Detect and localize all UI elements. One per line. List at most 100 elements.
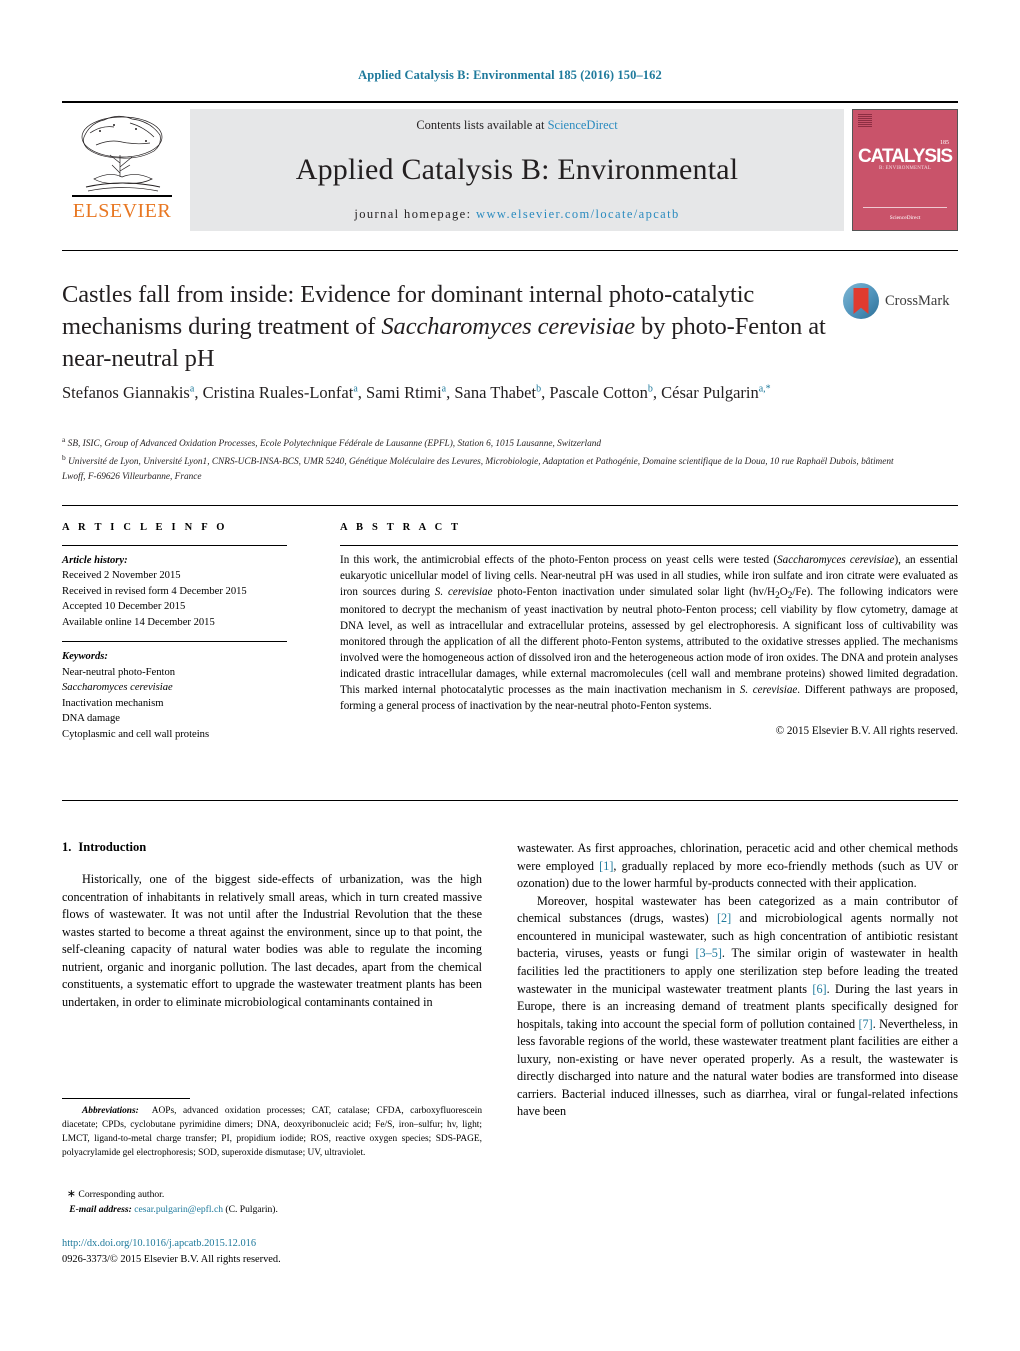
info-rule [62, 545, 287, 546]
crossmark-label: CrossMark [885, 292, 950, 309]
abstract-seg: In this work, the antimicrobial effects … [340, 554, 778, 566]
author-name: César Pulgarin [661, 383, 759, 402]
page-footer: http://dx.doi.org/10.1016/j.apcatb.2015.… [62, 1236, 522, 1267]
cover-footer: ScienceDirect [889, 214, 921, 221]
title-species-1: Saccharomyces cerevisiae [381, 312, 636, 340]
paragraph: Historically, one of the biggest side-ef… [62, 872, 482, 1009]
paragraph-seg: . Nevertheless, in less favorable region… [517, 1016, 958, 1119]
abstract-species: S. cerevisiae [739, 683, 798, 696]
keywords-label: Keywords: [62, 651, 108, 663]
author-list: Stefanos Giannakisa, Cristina Ruales-Lon… [62, 381, 892, 405]
affiliation-list: a SB, ISIC, Group of Advanced Oxidation … [62, 434, 912, 485]
abstract-seg: photo-Fenton inactivation under simulate… [492, 585, 776, 598]
homepage-prefix: journal homepage: [354, 207, 477, 221]
affiliation-marker: b [62, 453, 66, 463]
info-section-rule [62, 505, 958, 506]
author-name: Sana Thabet [454, 383, 537, 402]
elsevier-wordmark: ELSEVIER [72, 200, 172, 222]
elsevier-rule [72, 195, 172, 197]
crossmark-badge[interactable]: CrossMark [843, 283, 958, 319]
corresponding-text: Corresponding author. [78, 1189, 165, 1200]
abstract-text: In this work, the antimicrobial effects … [340, 553, 958, 715]
body-left-column: 1. Introduction Historically, one of the … [62, 840, 482, 1012]
masthead-top-rule [62, 101, 958, 103]
history-item: Accepted 10 December 2015 [62, 601, 186, 613]
citation-link[interactable]: [2] [717, 911, 731, 925]
copyright-line: © 2015 Elsevier B.V. All rights reserved… [775, 724, 958, 737]
journal-homepage-link[interactable]: www.elsevier.com/locate/apcatb [476, 207, 680, 221]
history-item: Received 2 November 2015 [62, 570, 181, 582]
author[interactable]: Sami Rtimia [366, 383, 446, 402]
abstract-seg: /Fe). The following indicators were moni… [340, 585, 958, 696]
abstract-seg: O [779, 585, 788, 598]
article-info-heading: A R T I C L E I N F O [62, 522, 228, 533]
author-affil-marker: a,* [758, 383, 771, 395]
history-item: Received in revised form 4 December 2015 [62, 585, 247, 597]
section-title: Introduction [78, 840, 147, 854]
paragraph: wastewater. As first approaches, chlorin… [517, 840, 958, 893]
journal-homepage-line: journal homepage: www.elsevier.com/locat… [354, 207, 679, 222]
corresponding-line: ∗ Corresponding author. [62, 1186, 482, 1203]
affiliation-item: b Université de Lyon, Université Lyon1, … [62, 452, 912, 485]
citation-link[interactable]: [7] [858, 1017, 872, 1031]
keyword-item: DNA damage [62, 713, 120, 725]
author-name: Sami Rtimi [366, 383, 442, 402]
elsevier-logo: ELSEVIER [62, 109, 182, 231]
abstract-species: S. cerevisiae [434, 585, 493, 598]
citation-link[interactable]: [3–5] [696, 946, 722, 960]
email-line: E-mail address: cesar.pulgarin@epfl.ch (… [62, 1203, 482, 1218]
author-name: Cristina Ruales-Lonfat [202, 383, 354, 402]
page-title: Castles fall from inside: Evidence for d… [62, 279, 832, 375]
history-item: Available online 14 December 2015 [62, 616, 215, 628]
cover-title: CATALYSIS [857, 146, 953, 167]
affiliation-item: a SB, ISIC, Group of Advanced Oxidation … [62, 434, 912, 452]
citation-link[interactable]: [6] [812, 982, 826, 996]
abstract-heading: A B S T R A C T [340, 522, 462, 533]
title-top-rule [62, 250, 958, 251]
author[interactable]: Stefanos Giannakisa [62, 383, 194, 402]
section-heading-introduction: 1. Introduction [62, 840, 482, 855]
body-right-column: wastewater. As first approaches, chlorin… [517, 840, 958, 1121]
doi-link[interactable]: http://dx.doi.org/10.1016/j.apcatb.2015.… [62, 1236, 522, 1252]
cover-divider [863, 207, 947, 208]
abbreviations-label: Abbreviations: [82, 1106, 139, 1116]
cover-subtitle: B: ENVIRONMENTAL [878, 166, 932, 171]
author[interactable]: Sana Thabetb [454, 383, 541, 402]
journal-title: Applied Catalysis B: Environmental [295, 153, 739, 186]
abbreviations-footnote: Abbreviations: AOPs, advanced oxidation … [62, 1104, 482, 1160]
paper-page: Applied Catalysis B: Environmental 185 (… [0, 0, 1020, 1351]
author-sep: , [194, 383, 203, 402]
keyword-item: Cytoplasmic and cell wall proteins [62, 728, 210, 740]
author-sep: , [357, 383, 367, 402]
contents-prefix: Contents lists available at [416, 118, 548, 132]
body-section-rule [62, 800, 958, 801]
journal-cover-thumbnail: 185 CATALYSIS B: ENVIRONMENTAL ScienceDi… [852, 109, 958, 231]
author-sep: , [652, 383, 657, 402]
contents-line: Contents lists available at ScienceDirec… [416, 118, 617, 133]
affiliation-text: Université de Lyon, Université Lyon1, CN… [62, 457, 894, 483]
keyword-item: Near-neutral photo-Fenton [62, 666, 176, 678]
corresponding-author-note: ∗ Corresponding author. E-mail address: … [62, 1186, 482, 1218]
paragraph: Moreover, hospital wastewater has been c… [517, 893, 958, 1121]
keywords-rule [62, 641, 287, 643]
elsevier-tree-icon [81, 115, 163, 192]
cover-barcode-mark [858, 114, 872, 128]
section-number: 1. [62, 840, 72, 854]
author[interactable]: Pascale Cottonb [549, 383, 653, 402]
crossmark-icon [843, 283, 879, 319]
affiliation-marker: a [62, 435, 66, 444]
affiliation-text: SB, ISIC, Group of Advanced Oxidation Pr… [67, 439, 602, 450]
article-title-block: Castles fall from inside: Evidence for d… [62, 279, 832, 375]
issn-copyright: 0926-3373/© 2015 Elsevier B.V. All right… [62, 1253, 281, 1265]
sciencedirect-link[interactable]: ScienceDirect [548, 118, 618, 132]
keyword-item: Inactivation mechanism [62, 697, 164, 709]
citation-link[interactable]: [1] [599, 859, 613, 873]
email-link[interactable]: cesar.pulgarin@epfl.ch [134, 1204, 223, 1215]
author-name: Pascale Cotton [549, 383, 648, 402]
email-suffix: (C. Pulgarin). [223, 1204, 278, 1216]
author[interactable]: César Pulgarina,* [661, 383, 771, 402]
author-name: Stefanos Giannakis [62, 383, 190, 402]
author[interactable]: Cristina Ruales-Lonfata [203, 383, 358, 402]
journal-info-box: Contents lists available at ScienceDirec… [190, 109, 844, 231]
article-info-column: Article history: Received 2 November 201… [62, 545, 287, 742]
